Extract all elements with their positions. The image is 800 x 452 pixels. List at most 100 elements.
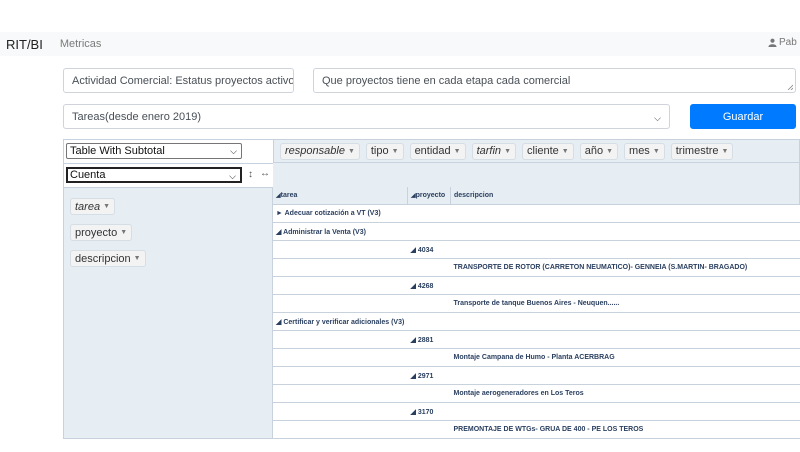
table-cell [407, 258, 451, 277]
table-row: Transporte de tanque Buenos Aires - Neuq… [273, 294, 800, 313]
pill-label: proyecto [75, 226, 118, 239]
table-cell [450, 222, 800, 241]
table-cell [273, 240, 408, 259]
user-name: Pab [779, 37, 797, 48]
pivot-output: ◢tarea ◢proyecto descripcion ► Adecuar c… [273, 187, 800, 439]
column-attribute-pill[interactable]: responsable ▼ [280, 142, 360, 160]
table-cell [407, 312, 451, 331]
column-attribute-pill[interactable]: entidad ▼ [409, 142, 466, 160]
table-cell [273, 276, 408, 295]
task-select[interactable]: Tareas(desde enero 2019) ⌵ [63, 104, 670, 129]
table-row: ► Adecuar cotización a VT (V3) [273, 204, 800, 223]
table-cell [450, 204, 800, 223]
pill-label: descripcion [75, 252, 131, 265]
column-attribute-pill[interactable]: mes ▼ [624, 142, 665, 160]
table-cell [273, 348, 408, 367]
report-name-value: Actividad Comercial: Estatus proyectos a… [72, 74, 294, 87]
table-cell [450, 312, 800, 331]
user-menu[interactable]: Pab [768, 37, 797, 48]
column-attributes-area[interactable]: responsable ▼ tipo ▼ entidad ▼ tarfin ▼ cliente ▼… [273, 139, 800, 163]
table-row: ◢ 4268 [273, 276, 800, 295]
column-attribute-pill[interactable]: cliente ▼ [522, 142, 574, 160]
aggregator-select[interactable]: Cuenta ⌵ [66, 167, 242, 183]
table-cell [450, 366, 800, 385]
row-attribute-pill[interactable]: descripcion ▼ [70, 250, 146, 267]
table-row: PREMONTAJE DE WTGs- GRUA DE 400 - PE LOS… [273, 420, 800, 439]
table-cell: PREMONTAJE DE WTGs- GRUA DE 400 - PE LOS… [450, 420, 800, 439]
table-cell [450, 240, 800, 259]
save-button[interactable]: Guardar [690, 104, 796, 129]
report-name-input[interactable]: Actividad Comercial: Estatus proyectos a… [63, 68, 294, 93]
values-area [273, 163, 800, 187]
pill-label: responsable [285, 145, 345, 157]
nav-link-metricas[interactable]: Metricas [60, 38, 102, 50]
column-attribute-pill[interactable]: trimestre ▼ [670, 142, 734, 160]
chevron-down-icon[interactable]: ▼ [120, 229, 127, 236]
table-row: ◢ Administrar la Venta (V3) [273, 222, 800, 241]
table-row: ◢ 2971 [273, 366, 800, 385]
column-attribute-pill[interactable]: tarfin ▼ [471, 142, 516, 160]
table-cell: Montaje Campana de Humo - Planta ACERBRA… [450, 348, 800, 367]
table-row: ◢ 2881 [273, 330, 800, 349]
chevron-down-icon[interactable]: ▼ [562, 148, 569, 155]
table-cell[interactable]: ◢ Certificar y verificar adicionales (V3… [273, 312, 408, 331]
renderer-select[interactable]: Table With Subtotal ⌵ [66, 143, 242, 159]
aggregator-value: Cuenta [70, 169, 106, 181]
chevron-down-icon[interactable]: ▼ [504, 148, 511, 155]
column-attribute-pill[interactable]: tipo ▼ [365, 142, 404, 160]
table-cell [273, 366, 408, 385]
header-tarea[interactable]: ◢tarea [273, 187, 408, 205]
navbar: RIT/BI Metricas Pab [0, 32, 800, 56]
sort-icon[interactable]: ↕ [248, 169, 253, 180]
chevron-down-icon[interactable]: ▼ [454, 148, 461, 155]
table-cell[interactable]: ◢ 4268 [407, 276, 451, 295]
brand-logo[interactable]: RIT/BI [6, 37, 43, 52]
resize-grip-icon[interactable] [787, 84, 793, 90]
header-proyecto[interactable]: ◢proyecto [407, 187, 451, 205]
table-cell [407, 384, 451, 403]
chevron-down-icon[interactable]: ▼ [134, 255, 141, 262]
row-attributes-area[interactable]: tarea ▼ proyecto ▼ descripcion ▼ [63, 187, 273, 439]
chevron-down-icon[interactable]: ▼ [348, 148, 355, 155]
chevron-down-icon[interactable]: ▼ [392, 148, 399, 155]
row-attribute-pill[interactable]: tarea ▼ [70, 198, 116, 215]
chevron-down-icon[interactable]: ▼ [653, 148, 660, 155]
table-row: Montaje Campana de Humo - Planta ACERBRA… [273, 348, 800, 367]
task-select-value: Tareas(desde enero 2019) [72, 110, 202, 123]
user-icon [768, 38, 777, 47]
chevron-down-icon[interactable]: ▼ [103, 203, 110, 210]
pill-label: cliente [527, 145, 559, 157]
table-cell [407, 204, 451, 223]
table-row: TRANSPORTE DE ROTOR (CARRETON NEUMATICO)… [273, 258, 800, 277]
row-attribute-pill[interactable]: proyecto ▼ [70, 224, 133, 241]
column-attribute-pill[interactable]: año ▼ [579, 142, 619, 160]
chevron-down-icon: ⌵ [230, 146, 237, 156]
table-cell[interactable]: ◢ Administrar la Venta (V3) [273, 222, 408, 241]
chevron-down-icon[interactable]: ▼ [722, 148, 729, 155]
aggregator-cell: Cuenta ⌵ ↕ ↔ [63, 163, 273, 187]
table-cell [273, 294, 408, 313]
table-cell [450, 402, 800, 421]
pill-label: entidad [414, 145, 451, 157]
header-descripcion[interactable]: descripcion [450, 187, 800, 205]
table-cell[interactable]: ◢ 2881 [407, 330, 451, 349]
table-cell[interactable]: ◢ 3170 [407, 402, 451, 421]
table-cell [273, 258, 408, 277]
question-value: Que proyectos tiene en cada etapa cada c… [322, 74, 571, 87]
chevron-down-icon[interactable]: ▼ [606, 148, 613, 155]
pivot-table: Table With Subtotal ⌵ responsable ▼ tipo ▼ e… [63, 139, 800, 439]
table-cell[interactable]: ◢ 4034 [407, 240, 451, 259]
chevron-down-icon: ⌵ [229, 171, 236, 181]
table-row: ◢ Certificar y verificar adicionales (V3… [273, 312, 800, 331]
question-textarea[interactable]: Que proyectos tiene en cada etapa cada c… [313, 68, 796, 93]
renderer-cell: Table With Subtotal ⌵ [63, 139, 273, 163]
table-cell[interactable]: ► Adecuar cotización a VT (V3) [273, 204, 408, 223]
table-cell [407, 222, 451, 241]
expand-icon[interactable]: ↔ [260, 168, 270, 179]
table-cell: Transporte de tanque Buenos Aires - Neuq… [450, 294, 800, 313]
table-row: ◢ 4034 [273, 240, 800, 259]
table-row: ◢ 3170 [273, 402, 800, 421]
table-cell[interactable]: ◢ 2971 [407, 366, 451, 385]
table-cell [407, 348, 451, 367]
pill-label: tipo [370, 145, 389, 157]
